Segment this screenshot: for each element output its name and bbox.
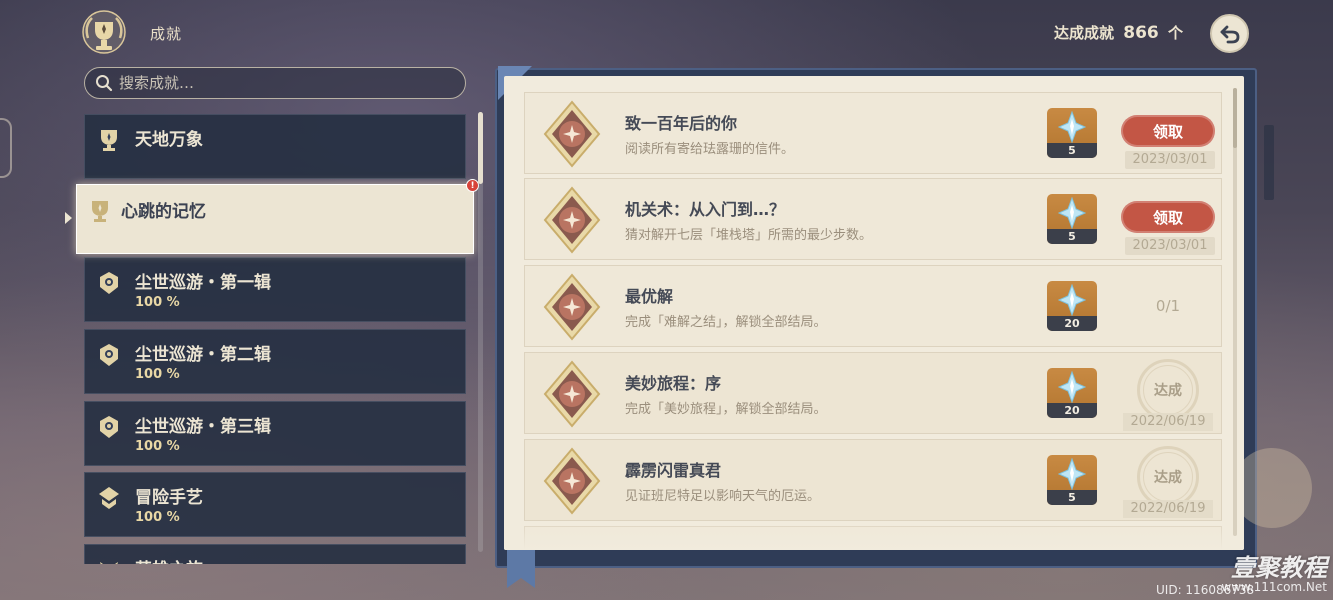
category-name: 尘世巡游・第二辑 xyxy=(135,345,271,365)
bookmark-ribbon-icon xyxy=(507,548,535,588)
category-item[interactable]: 尘世巡游・第三辑 100 % xyxy=(84,401,466,466)
achievement-progress: 0/1 xyxy=(1155,297,1181,315)
primogem-icon xyxy=(1058,371,1086,403)
reward-count: 20 xyxy=(1047,403,1097,418)
reward-count: 5 xyxy=(1047,143,1097,158)
category-item-selected[interactable]: 心跳的记忆 ! xyxy=(76,179,479,254)
achievement-item: 机关术：从入门到…？ 猜对解开七层「堆栈塔」所需的最少步数。 5 领取 2023… xyxy=(524,178,1222,260)
achievement-medal-icon xyxy=(543,100,601,168)
category-name: 冒险手艺 xyxy=(135,488,203,508)
achievement-title: 致一百年后的你 xyxy=(625,114,738,133)
achievement-description: 完成「美妙旅程」，解锁全部结局。 xyxy=(625,402,827,417)
achievement-medal-icon xyxy=(543,447,601,515)
achievement-title: 美妙旅程：序 xyxy=(625,374,722,393)
category-scrollbar-thumb[interactable] xyxy=(478,112,483,184)
trophy-icon xyxy=(101,130,117,151)
back-arrow-icon xyxy=(1220,25,1239,43)
category-progress: 100 % xyxy=(135,295,180,310)
category-item[interactable]: 尘世巡游・第一辑 100 % xyxy=(84,257,466,322)
search-input[interactable] xyxy=(119,74,439,92)
category-name: 尘世巡游・第一辑 xyxy=(135,273,271,293)
claim-button[interactable]: 领取 xyxy=(1121,201,1215,233)
reward-count: 5 xyxy=(1047,490,1097,505)
category-name: 尘世巡游・第三辑 xyxy=(135,417,271,437)
trophy-icon xyxy=(92,201,108,222)
category-name: 英雄之旅 xyxy=(135,555,203,564)
achievement-item: 最优解 完成「难解之结」，解锁全部结局。 20 0/1 xyxy=(524,265,1222,347)
primogem-icon xyxy=(1058,284,1086,316)
reward-count: 20 xyxy=(1047,316,1097,331)
claim-button[interactable]: 领取 xyxy=(1121,115,1215,147)
reward-item[interactable]: 5 xyxy=(1047,194,1097,244)
achievement-item: 美妙旅程：序 完成「美妙旅程」，解锁全部结局。 20 达成 2022/06/19 xyxy=(524,352,1222,434)
panel-edge-decoration xyxy=(1232,448,1312,528)
reward-item[interactable]: 5 xyxy=(1047,108,1097,158)
achievement-description: 见证班尼特足以影响天气的厄运。 xyxy=(625,489,821,504)
search-icon xyxy=(96,75,113,92)
achievement-total-unit: 个 xyxy=(1167,24,1183,42)
crafting-icon xyxy=(99,487,119,509)
reward-count: 5 xyxy=(1047,229,1097,244)
achievement-total: 达成成就 866 个 xyxy=(1054,22,1183,43)
primogem-icon xyxy=(1058,197,1086,229)
completed-seal: 达成 2022/06/19 xyxy=(1123,359,1215,431)
medal-icon xyxy=(100,272,118,294)
primogem-icon xyxy=(1058,458,1086,490)
category-progress: 100 % xyxy=(135,439,180,454)
back-button[interactable] xyxy=(1210,14,1249,53)
completed-seal: 达成 2022/06/19 xyxy=(1123,446,1215,518)
category-item[interactable]: 尘世巡游・第二辑 100 % xyxy=(84,329,466,394)
category-name: 天地万象 xyxy=(135,130,203,150)
achievement-date: 2023/03/01 xyxy=(1125,151,1215,169)
search-bar[interactable] xyxy=(84,67,466,99)
primogem-icon xyxy=(1058,111,1086,143)
category-progress: 100 % xyxy=(135,510,180,525)
achievement-medal-icon xyxy=(543,273,601,341)
achievement-title: 最优解 xyxy=(625,287,674,306)
achievement-item: 致一百年后的你 阅读所有寄给珐露珊的信件。 5 领取 2023/03/01 xyxy=(524,92,1222,174)
watermark-logo: 壹聚教程 xyxy=(1231,554,1327,582)
achievement-trophy-icon xyxy=(82,10,126,54)
side-tab-handle[interactable] xyxy=(0,118,12,178)
reward-item[interactable]: 5 xyxy=(1047,455,1097,505)
hero-icon xyxy=(100,562,118,564)
medal-icon xyxy=(100,344,118,366)
category-item[interactable]: 英雄之旅 xyxy=(84,544,466,564)
reward-item[interactable]: 20 xyxy=(1047,368,1097,418)
achievement-title: 霹雳闪雷真君 xyxy=(625,461,722,480)
panel-edge-decoration xyxy=(1264,125,1274,200)
achievement-date: 2023/03/01 xyxy=(1125,237,1215,255)
medal-icon xyxy=(100,416,118,438)
completed-label: 达成 xyxy=(1154,383,1182,399)
category-list: 天地万象 尘世巡游・第一辑 100 % 尘世巡游・第二辑 100 % 尘世巡游・… xyxy=(84,114,466,564)
category-item[interactable]: 天地万象 xyxy=(84,114,466,179)
category-name: 心跳的记忆 xyxy=(121,202,206,222)
list-fade xyxy=(504,520,1244,550)
category-item[interactable]: 冒险手艺 100 % xyxy=(84,472,466,537)
achievement-item: 霹雳闪雷真君 见证班尼特足以影响天气的厄运。 5 达成 2022/06/19 xyxy=(524,439,1222,521)
achievement-date: 2022/06/19 xyxy=(1123,500,1213,518)
achievement-date: 2022/06/19 xyxy=(1123,413,1213,431)
achievement-description: 完成「难解之结」，解锁全部结局。 xyxy=(625,315,827,330)
category-progress: 100 % xyxy=(135,367,180,382)
achievement-medal-icon xyxy=(543,360,601,428)
selection-pointer-icon xyxy=(65,212,72,224)
achievement-list: 致一百年后的你 阅读所有寄给珐露珊的信件。 5 领取 2023/03/01 机关… xyxy=(504,76,1244,550)
reward-item[interactable]: 20 xyxy=(1047,281,1097,331)
achievement-title: 机关术：从入门到…？ xyxy=(625,200,786,219)
achievement-description: 猜对解开七层「堆栈塔」所需的最少步数。 xyxy=(625,228,873,243)
player-uid: UID: 116086738 xyxy=(1156,583,1255,597)
achievement-description: 阅读所有寄给珐露珊的信件。 xyxy=(625,142,795,157)
completed-label: 达成 xyxy=(1154,470,1182,486)
achievement-total-count: 866 xyxy=(1123,23,1159,43)
achievement-total-label: 达成成就 xyxy=(1054,24,1115,42)
achievement-scrollbar[interactable] xyxy=(1233,88,1237,536)
achievement-medal-icon xyxy=(543,186,601,254)
page-title: 成就 xyxy=(150,25,183,43)
achievement-scrollbar-thumb[interactable] xyxy=(1233,88,1237,148)
